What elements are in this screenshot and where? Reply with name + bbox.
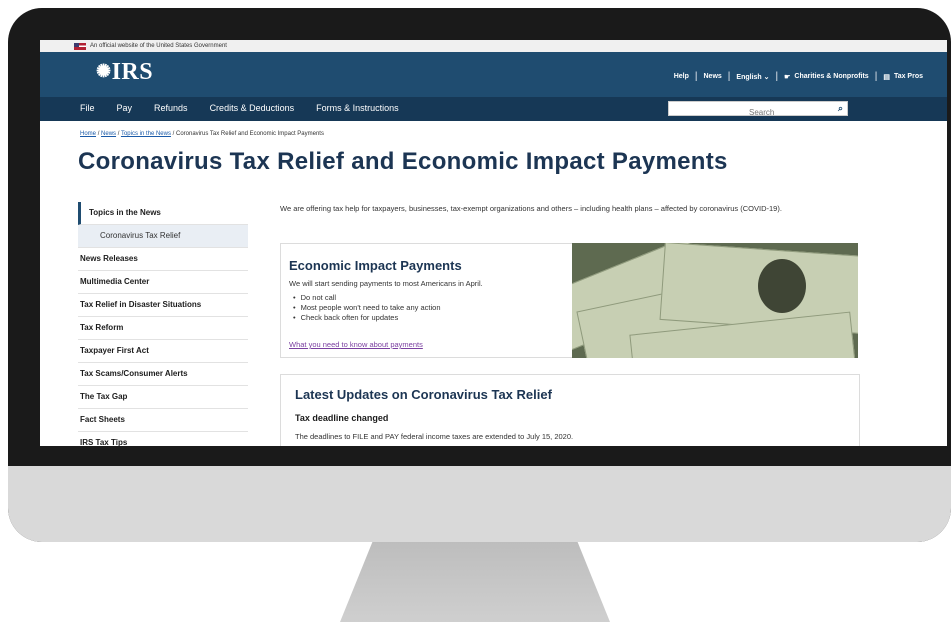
breadcrumb-topics[interactable]: Topics in the News [121,131,171,137]
handshake-icon: ☛ [784,73,791,81]
search-box: ⌕ [668,101,848,119]
sidebar-item-tax-scams[interactable]: Tax Scams/Consumer Alerts [78,363,248,386]
separator: | [775,71,779,82]
updates-heading: Latest Updates on Coronavirus Tax Relief [295,387,552,402]
help-link[interactable]: Help [674,73,689,80]
portrait-shape [758,259,806,313]
nav-file[interactable]: File [80,103,95,113]
nav-credits-deductions[interactable]: Credits & Deductions [210,103,295,113]
irs-logo[interactable]: ✺IRS [96,59,153,86]
breadcrumb: Home / News / Topics in the News / Coron… [80,131,324,137]
nav-pay[interactable]: Pay [117,103,133,113]
breadcrumb-news[interactable]: News [101,131,116,137]
updates-text: The deadlines to FILE and PAY federal in… [295,432,574,441]
monitor-frame: An official website of the United States… [8,8,951,542]
page-title: Coronavirus Tax Relief and Economic Impa… [78,148,728,175]
browser-screen: An official website of the United States… [40,40,947,446]
eip-description: We will start sending payments to most A… [289,279,483,288]
sidebar-item-coronavirus-tax-relief[interactable]: Coronavirus Tax Relief [78,225,248,248]
logo-text: IRS [111,59,154,85]
latest-updates-card: Latest Updates on Coronavirus Tax Relief… [280,374,860,446]
search-icon[interactable]: ⌕ [838,103,843,114]
sidebar-item-taxpayer-first-act[interactable]: Taxpayer First Act [78,340,248,363]
sidebar-item-fact-sheets[interactable]: Fact Sheets [78,409,248,432]
payments-info-link[interactable]: What you need to know about payments [289,340,423,349]
separator: | [874,71,878,82]
search-input[interactable] [669,106,819,119]
header-links: Help | News | English ⌄ | ☛ Charities & … [674,71,923,82]
intro-text: We are offering tax help for taxpayers, … [280,204,782,213]
banner-text: An official website of the United States… [90,43,227,49]
language-label: English [736,73,762,81]
language-select[interactable]: English ⌄ [736,73,769,81]
news-link[interactable]: News [704,73,722,80]
sidebar-item-topics-in-the-news[interactable]: Topics in the News [78,202,248,225]
sidebar-item-multimedia-center[interactable]: Multimedia Center [78,271,248,294]
updates-subheading: Tax deadline changed [295,413,389,423]
government-banner: An official website of the United States… [40,40,947,52]
list-item: Most people won't need to take any actio… [293,303,441,313]
sidebar-item-irs-tax-tips[interactable]: IRS Tax Tips [78,432,248,446]
sidebar-item-news-releases[interactable]: News Releases [78,248,248,271]
breadcrumb-current: Coronavirus Tax Relief and Economic Impa… [176,131,324,137]
tax-pros-link[interactable]: Tax Pros [894,73,923,80]
sidebar: Topics in the News Coronavirus Tax Relie… [78,202,248,446]
breadcrumb-home[interactable]: Home [80,131,96,137]
money-image [572,243,858,358]
nav-refunds[interactable]: Refunds [154,103,188,113]
nav-forms-instructions[interactable]: Forms & Instructions [316,103,399,113]
economic-impact-payments-card: Economic Impact Payments We will start s… [280,243,576,358]
chevron-down-icon: ⌄ [763,73,770,81]
sidebar-item-tax-gap[interactable]: The Tax Gap [78,386,248,409]
list-item: Check back often for updates [293,313,441,323]
eip-bullet-list: Do not call Most people won't need to ta… [293,293,441,323]
monitor-stand [340,542,610,622]
tax-pros-icon: ▤ [883,73,890,81]
site-header: ✺IRS Help | News | English ⌄ | ☛ Chariti… [40,52,947,97]
eagle-icon: ✺ [96,61,112,81]
eip-heading: Economic Impact Payments [289,258,462,273]
us-flag-icon [74,43,86,50]
main-nav: File Pay Refunds Credits & Deductions Fo… [40,97,947,121]
separator: | [727,71,731,82]
list-item: Do not call [293,293,441,303]
sidebar-item-disaster-relief[interactable]: Tax Relief in Disaster Situations [78,294,248,317]
charities-link[interactable]: Charities & Nonprofits [794,73,868,80]
separator: | [694,71,698,82]
monitor-chin [8,466,951,542]
sidebar-item-tax-reform[interactable]: Tax Reform [78,317,248,340]
